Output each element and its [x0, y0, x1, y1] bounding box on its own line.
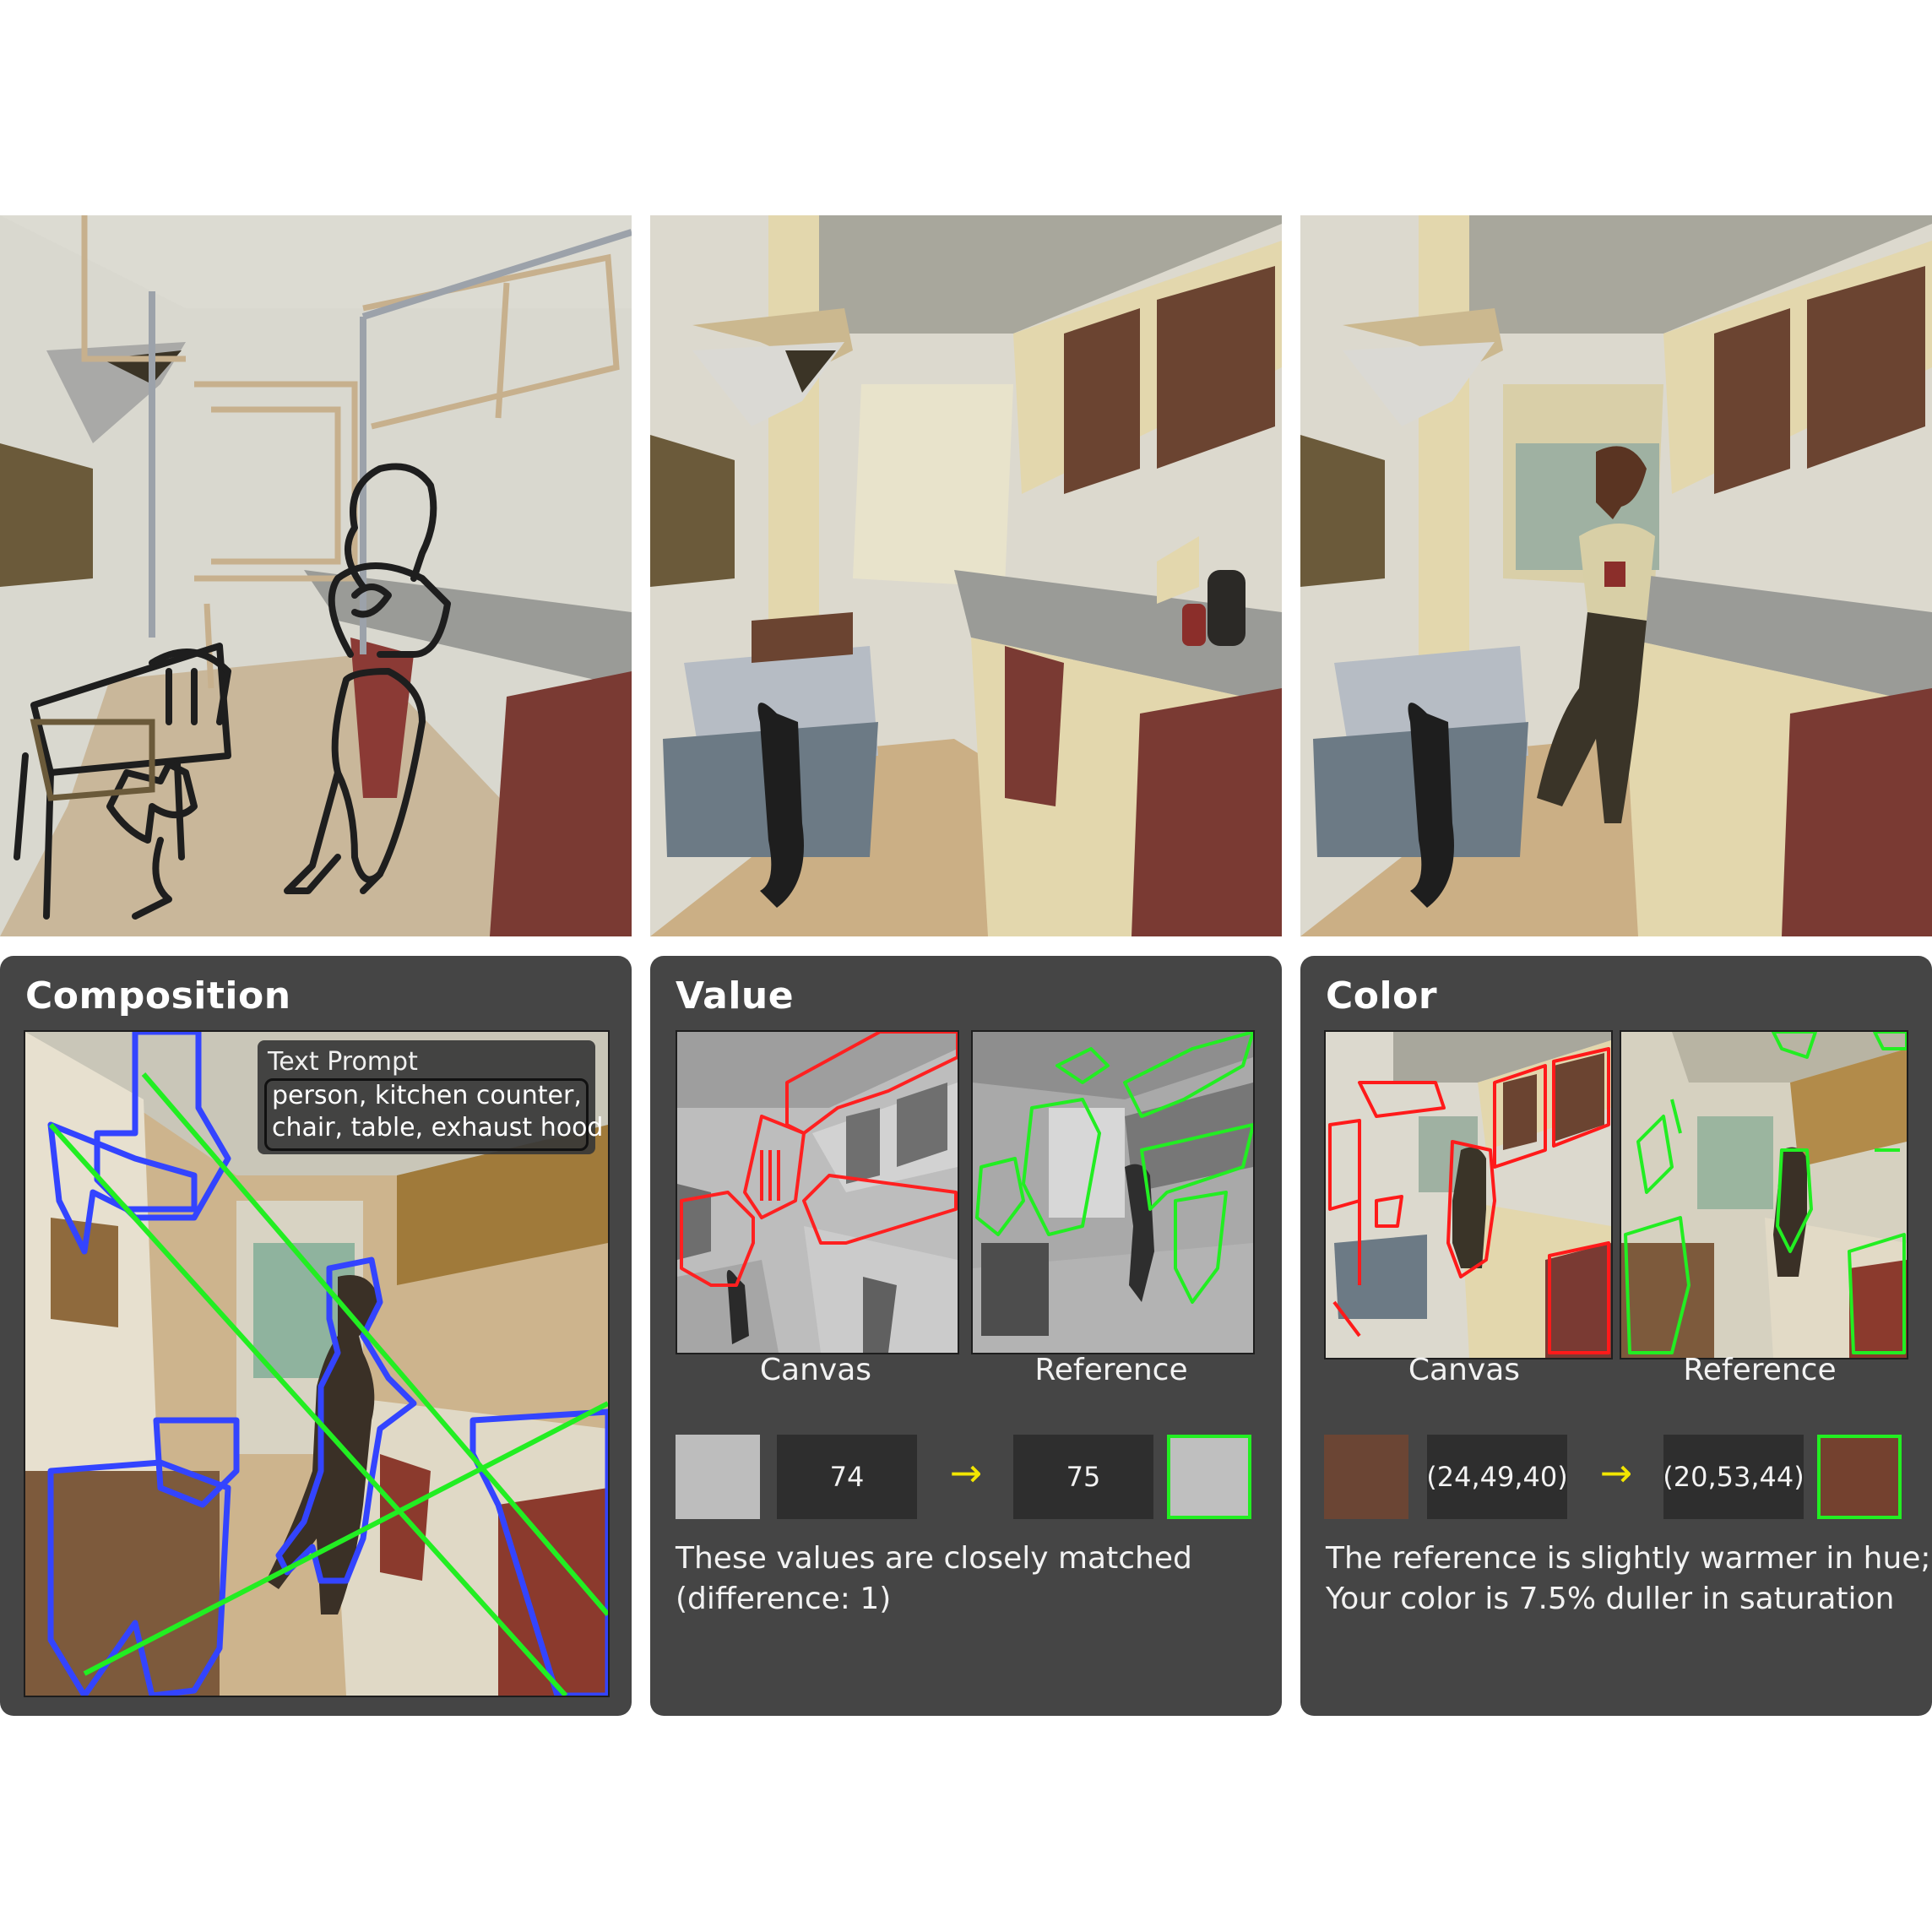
- value-description-line: (difference: 1): [676, 1582, 892, 1616]
- value-canvas-image: [676, 1030, 959, 1354]
- value-reference-image: [971, 1030, 1255, 1354]
- color-canvas-image: [1324, 1030, 1613, 1359]
- text-prompt-line: chair, table, exhaust hood: [272, 1113, 604, 1142]
- value-canvas-swatch: [676, 1435, 760, 1519]
- value-canvas-value: 74: [777, 1435, 917, 1519]
- composition-panel: Composition Text Prompt person, kitchen …: [0, 956, 632, 1716]
- text-prompt-box: Text Prompt person, kitchen counter, cha…: [258, 1040, 603, 1154]
- text-prompt-title: Text Prompt: [268, 1047, 418, 1077]
- right-arrow-icon: →: [1599, 1450, 1633, 1495]
- value-title: Value: [676, 974, 795, 1018]
- value-description-line: These values are closely matched: [676, 1541, 1192, 1576]
- color-canvas-label: Canvas: [1408, 1353, 1521, 1387]
- value-description: These values are closely matched (differ…: [676, 1539, 1192, 1620]
- color-reference-swatch: [1817, 1435, 1902, 1519]
- color-canvas-value: (24,49,40): [1426, 1435, 1568, 1519]
- color-description: The reference is slightly warmer in hue;…: [1326, 1539, 1931, 1620]
- color-panel: Color Canvas Reference (24,49,40) → (20,…: [1300, 956, 1932, 1716]
- color-title: Color: [1326, 974, 1438, 1018]
- value-panel: Value Canvas Reference 74 → 75 These val…: [650, 956, 1282, 1716]
- composition-title: Composition: [25, 974, 291, 1018]
- color-description-line: Your color is 7.5% duller in saturation: [1326, 1582, 1895, 1616]
- color-reference-image: [1620, 1030, 1908, 1359]
- value-reference-value: 75: [1013, 1435, 1153, 1519]
- value-reference-label: Reference: [1034, 1353, 1188, 1387]
- right-arrow-icon: →: [949, 1450, 983, 1495]
- final-stage-image: [1300, 215, 1932, 936]
- value-reference-swatch: [1167, 1435, 1251, 1519]
- color-canvas-swatch: [1324, 1435, 1408, 1519]
- text-prompt-field: person, kitchen counter, chair, table, e…: [264, 1078, 603, 1151]
- color-reference-label: Reference: [1683, 1353, 1837, 1387]
- color-description-line: The reference is slightly warmer in hue;: [1326, 1541, 1931, 1576]
- sketch-stage-image: [0, 215, 632, 936]
- blocking-stage-image: [650, 215, 1282, 936]
- text-prompt-line: person, kitchen counter,: [272, 1081, 582, 1110]
- color-reference-value: (20,53,44): [1663, 1435, 1804, 1519]
- value-canvas-label: Canvas: [759, 1353, 872, 1387]
